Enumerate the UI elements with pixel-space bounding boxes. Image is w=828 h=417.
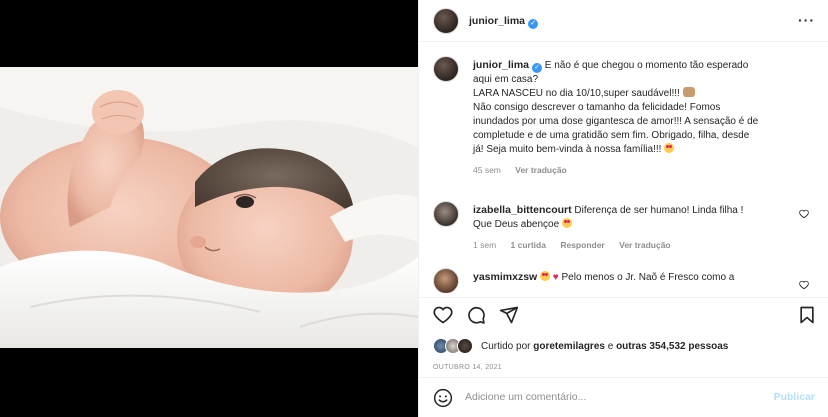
media-panel [0,0,418,417]
comment-text-line-2: Que Deus abençoe [473,219,562,230]
liked-by-text: Curtido por goretemilagres e outras 354,… [481,341,728,352]
post-sidebar: junior_lima ✓ ··· junior_lima ✓ E não é qu… [418,0,828,417]
liked-by-middle: e [607,341,614,352]
commenter-username[interactable]: yasmimxzsw [473,271,537,283]
liked-by-user[interactable]: goretemilagres [533,341,605,352]
heart-eyes-emoji-icon [540,271,550,281]
liked-by-row: Curtido por goretemilagres e outras 354,… [433,337,823,355]
caption-avatar[interactable] [433,56,459,82]
comment-body: izabella_bittencourt Diferença de ser hu… [473,203,813,252]
comments-list: junior_lima ✓ E não é que chegou o moment… [419,43,828,293]
liked-by-prefix: Curtido por [481,341,531,352]
newborn-baby-image [0,67,418,348]
caption-comment: junior_lima ✓ E não é que chegou o moment… [433,56,813,196]
heart-eyes-emoji-icon [561,218,572,228]
comment-reply-link[interactable]: Responder [560,240,604,250]
comment-time[interactable]: 1 sem [473,240,496,250]
save-bookmark-icon[interactable] [797,305,817,325]
publish-button[interactable]: Publicar [774,391,815,403]
commenter-avatar[interactable] [433,268,459,293]
verified-badge-icon: ✓ [528,19,539,29]
caption-line-6: completude e de uma gratidão sem fim. Ob… [473,130,750,141]
liked-by-others[interactable]: outras 354,532 pessoas [616,341,728,352]
comment-translate-link[interactable]: Ver tradução [619,240,671,250]
add-comment-input[interactable]: Adicione um comentário... [465,391,586,403]
caption-time[interactable]: 45 sem [473,165,501,175]
post-date[interactable]: OUTUBRO 14, 2021 [433,364,502,371]
commenter-avatar[interactable] [433,201,459,227]
caption-line-5: inundados por uma dose gigantesca de amo… [473,116,759,127]
commenter-username[interactable]: izabella_bittencourt [473,204,572,216]
liker-avatar[interactable] [457,338,473,354]
like-comment-heart-icon[interactable] [799,280,809,290]
author-username[interactable]: junior_lima ✓ [469,15,539,29]
more-options-icon[interactable]: ··· [798,12,815,28]
caption-line-1: E não é que chegou o momento tão esperad… [544,60,749,71]
instagram-post-view: junior_lima ✓ ··· junior_lima ✓ E não é qu… [0,0,828,417]
verified-badge-icon: ✓ [532,63,543,73]
heart-eyes-emoji-icon [664,143,675,153]
comment-text: Pelo menos o Jr. Naõ é Fresco como a [561,272,735,283]
post-header: junior_lima ✓ ··· [419,0,828,42]
author-avatar[interactable] [433,8,459,34]
red-heart-emoji-icon: ♥ [552,272,559,283]
comment-item: yasmimxzsw ♥ Pelo menos o Jr. Naõ é Fres… [433,268,813,293]
like-heart-icon[interactable] [433,305,453,325]
comment-body: yasmimxzsw ♥ Pelo menos o Jr. Naõ é Fres… [473,270,813,285]
comment-text-line-1: Diferença de ser humano! Linda filha ! [574,205,744,216]
comment-item: izabella_bittencourt Diferença de ser hu… [433,201,813,261]
caption-username[interactable]: junior_lima [473,59,529,71]
like-comment-heart-icon[interactable] [799,209,809,219]
author-username-text[interactable]: junior_lima [469,15,525,27]
comment-bubble-icon[interactable] [466,305,486,325]
caption-line-7: já! Seja muito bem-vinda à nossa família… [473,144,665,155]
caption-translate-link[interactable]: Ver tradução [515,165,567,175]
comment-meta: 1 sem 1 curtida Responder Ver tradução [473,238,813,252]
add-comment-bar: Adicione um comentário... Publicar [419,377,828,417]
caption-line-4: Não consigo descrever o tamanho da felic… [473,102,721,113]
caption-line-3: LARA NASCEU no dia 10/10,super saudável!… [473,88,683,99]
caption-meta: 45 sem Ver tradução [473,163,813,177]
caption-line-2: aqui em casa? [473,74,539,85]
post-photo[interactable] [0,67,418,348]
emoji-smiley-icon[interactable] [433,388,453,408]
comment-likes-count[interactable]: 1 curtida [511,240,546,250]
share-paper-plane-icon[interactable] [499,305,519,325]
post-actions-bar [419,297,828,331]
raised-hands-emoji-icon [682,87,695,97]
caption-body: junior_lima ✓ E não é que chegou o moment… [473,58,813,177]
